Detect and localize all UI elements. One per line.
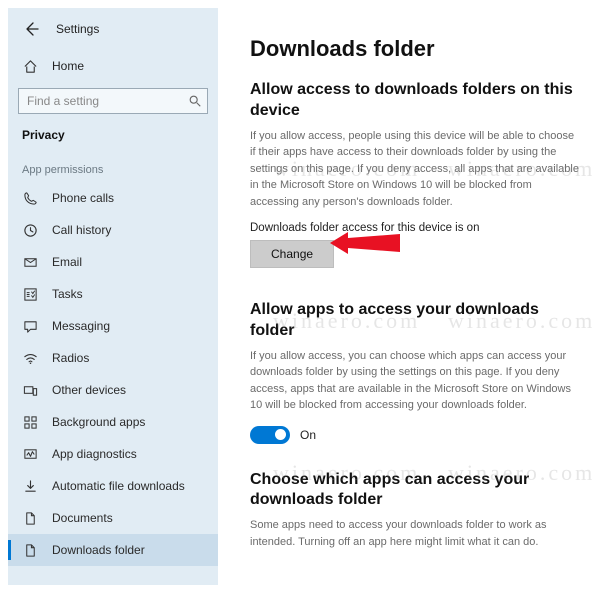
sidebar-header: Settings bbox=[8, 14, 218, 50]
document-icon bbox=[22, 510, 38, 526]
sidebar-section-label: Privacy bbox=[8, 124, 218, 152]
app-title: Settings bbox=[56, 22, 99, 36]
mail-icon bbox=[22, 254, 38, 270]
sidebar-item-label: App diagnostics bbox=[52, 447, 137, 461]
wifi-icon bbox=[22, 350, 38, 366]
sidebar-item-other-devices[interactable]: Other devices bbox=[8, 374, 218, 406]
section2-heading: Allow apps to access your downloads fold… bbox=[250, 300, 580, 342]
section1-status: Downloads folder access for this device … bbox=[250, 222, 580, 234]
sidebar: Settings Home Privacy App permissions Ph… bbox=[8, 8, 218, 585]
checklist-icon bbox=[22, 286, 38, 302]
diagnostics-icon bbox=[22, 446, 38, 462]
sidebar-item-label: Radios bbox=[52, 351, 89, 365]
section3-desc: Some apps need to access your downloads … bbox=[250, 517, 580, 550]
sidebar-item-label: Messaging bbox=[52, 319, 110, 333]
phone-icon bbox=[22, 190, 38, 206]
grid-icon bbox=[22, 414, 38, 430]
sidebar-item-label: Downloads folder bbox=[52, 543, 145, 557]
search-wrap bbox=[18, 88, 208, 114]
sidebar-item-label: Documents bbox=[52, 511, 113, 525]
page-title: Downloads folder bbox=[250, 36, 580, 62]
sidebar-home[interactable]: Home bbox=[8, 50, 218, 82]
sidebar-item-tasks[interactable]: Tasks bbox=[8, 278, 218, 310]
sidebar-item-call-history[interactable]: Call history bbox=[8, 214, 218, 246]
sidebar-item-phone-calls[interactable]: Phone calls bbox=[8, 182, 218, 214]
sidebar-item-app-diagnostics[interactable]: App diagnostics bbox=[8, 438, 218, 470]
allow-apps-toggle[interactable] bbox=[250, 426, 290, 444]
search-input[interactable] bbox=[18, 88, 208, 114]
sidebar-item-label: Email bbox=[52, 255, 82, 269]
sidebar-item-label: Automatic file downloads bbox=[52, 479, 185, 493]
main-content: Downloads folder Allow access to downloa… bbox=[218, 8, 600, 585]
sidebar-item-radios[interactable]: Radios bbox=[8, 342, 218, 374]
sidebar-item-email[interactable]: Email bbox=[8, 246, 218, 278]
back-button[interactable] bbox=[20, 18, 42, 40]
sidebar-item-background-apps[interactable]: Background apps bbox=[8, 406, 218, 438]
sidebar-item-label: Phone calls bbox=[52, 191, 114, 205]
sidebar-list[interactable]: Phone calls Call history Email Tasks Messagi… bbox=[8, 182, 218, 585]
clock-icon bbox=[22, 222, 38, 238]
sidebar-item-documents[interactable]: Documents bbox=[8, 502, 218, 534]
sidebar-item-downloads-folder[interactable]: Downloads folder bbox=[8, 534, 218, 566]
sidebar-item-messaging[interactable]: Messaging bbox=[8, 310, 218, 342]
section2-desc: If you allow access, you can choose whic… bbox=[250, 348, 580, 414]
sidebar-item-label: Call history bbox=[52, 223, 111, 237]
sidebar-group-label: App permissions bbox=[8, 152, 218, 182]
toggle-row: On bbox=[250, 426, 580, 444]
message-icon bbox=[22, 318, 38, 334]
section1-heading: Allow access to downloads folders on thi… bbox=[250, 80, 580, 122]
document-icon bbox=[22, 542, 38, 558]
home-label: Home bbox=[52, 59, 84, 73]
section1-desc: If you allow access, people using this d… bbox=[250, 128, 580, 211]
home-icon bbox=[22, 58, 38, 74]
back-arrow-icon bbox=[23, 21, 39, 37]
sidebar-item-label: Background apps bbox=[52, 415, 145, 429]
devices-icon bbox=[22, 382, 38, 398]
download-icon bbox=[22, 478, 38, 494]
sidebar-item-automatic-file-downloads[interactable]: Automatic file downloads bbox=[8, 470, 218, 502]
sidebar-item-label: Other devices bbox=[52, 383, 126, 397]
sidebar-item-label: Tasks bbox=[52, 287, 83, 301]
change-button[interactable]: Change bbox=[250, 240, 334, 268]
section3-heading: Choose which apps can access your downlo… bbox=[250, 470, 580, 512]
toggle-label: On bbox=[300, 428, 316, 442]
